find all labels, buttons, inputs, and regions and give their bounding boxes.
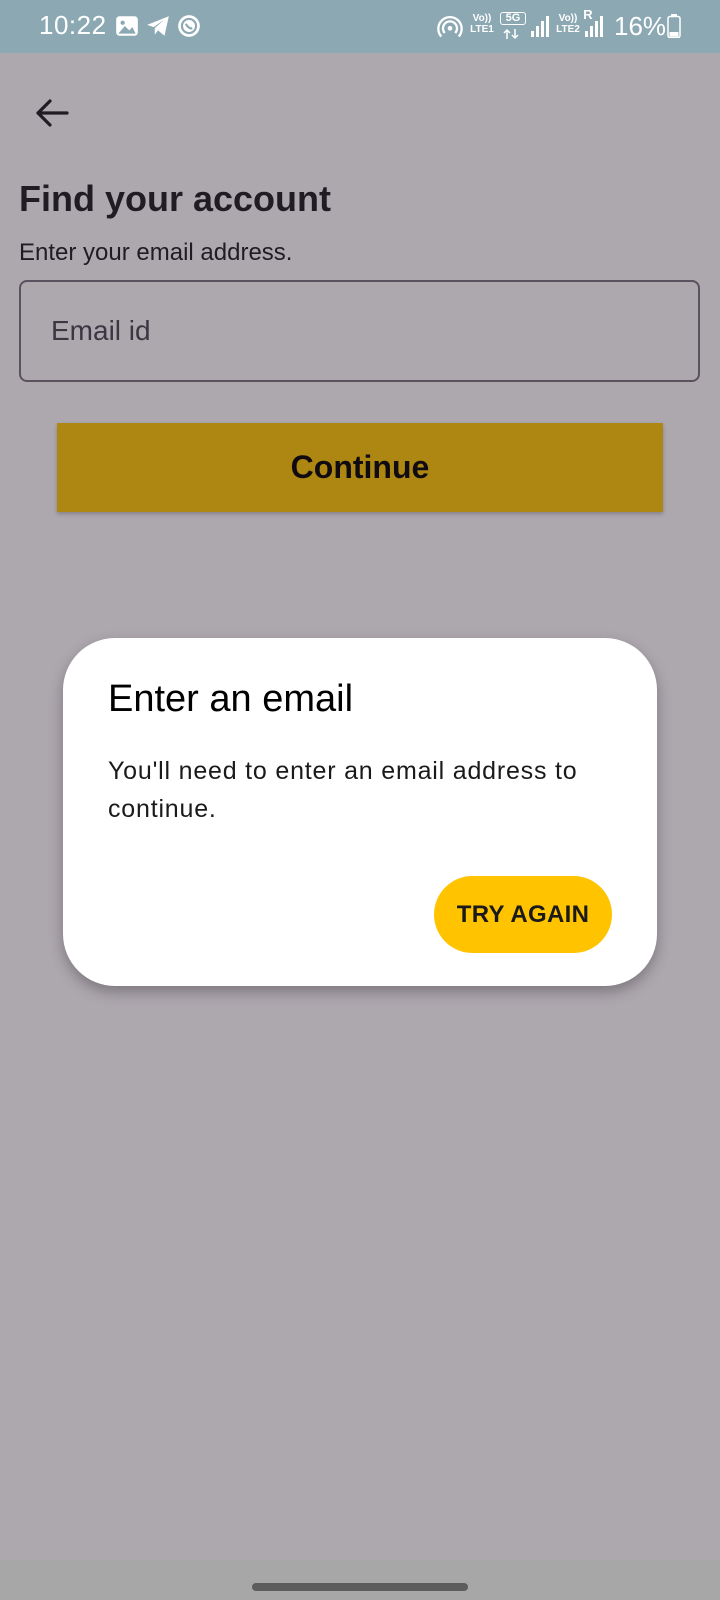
gallery-icon [116, 16, 138, 36]
status-time: 10:22 [39, 10, 107, 40]
battery-percentage: 16% [614, 11, 667, 41]
signal-sim1-icon [531, 16, 549, 37]
sim1-volte-label: Vo)) LTE1 [470, 13, 494, 35]
whatsapp-icon [178, 15, 200, 37]
dialog-title: Enter an email [108, 678, 354, 720]
telegram-icon [147, 16, 169, 36]
enter-email-dialog: Enter an email You'll need to enter an e… [63, 638, 657, 986]
dialog-message: You'll need to enter an email address to… [108, 757, 578, 823]
battery-icon [667, 14, 681, 38]
sim2-volte-label: Vo)) LTE2 [556, 13, 580, 35]
try-again-button[interactable]: TRY AGAIN [434, 876, 612, 953]
hotspot-icon [437, 16, 463, 38]
data-arrows-icon [503, 28, 519, 40]
network-type-badge: 5G [500, 12, 526, 25]
signal-sim2-icon [585, 16, 603, 37]
home-indicator[interactable] [252, 1583, 468, 1591]
status-bar: 10:22 Vo)) LTE1 5G Vo)) LTE2 R 16% [0, 0, 720, 53]
gesture-navigation-area [0, 1560, 720, 1600]
try-again-label: TRY AGAIN [456, 900, 590, 928]
